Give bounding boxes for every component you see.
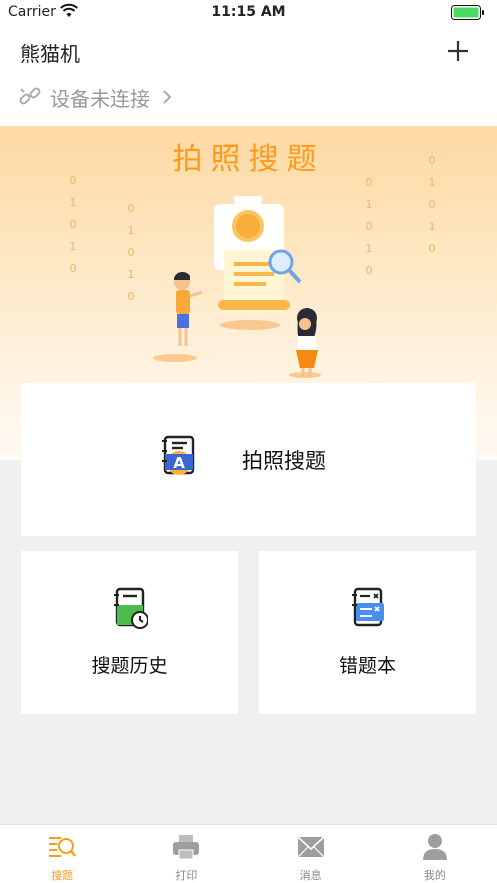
photo-search-label: 拍照搜题 <box>242 449 326 473</box>
svg-text:A: A <box>173 454 185 472</box>
history-book-icon <box>113 587 148 629</box>
battery-icon <box>451 5 484 20</box>
binary-column: 01010 <box>69 174 77 275</box>
error-notebook-label: 错题本 <box>338 655 396 677</box>
binary-column: 01010 <box>365 176 373 277</box>
mail-icon <box>297 836 325 858</box>
status-time: 11:15 AM <box>211 4 286 20</box>
binary-column: 01010 <box>127 202 135 303</box>
search-history-card[interactable]: 搜题历史 <box>21 551 238 714</box>
tab-label-mine: 我的 <box>423 869 446 882</box>
unlink-icon <box>19 87 41 105</box>
tab-messages[interactable]: 消息 <box>249 825 373 883</box>
tab-search[interactable]: 搜题 <box>0 825 124 883</box>
device-connection-row[interactable]: 设备未连接 <box>18 82 174 112</box>
binary-column: 01010 <box>428 154 436 255</box>
hero-illustration <box>153 196 321 378</box>
printer-icon <box>173 835 200 860</box>
tab-label-print: 打印 <box>175 869 198 882</box>
error-notebook-icon <box>351 587 384 627</box>
book-a-icon: A <box>162 435 195 475</box>
plus-icon[interactable] <box>445 38 471 64</box>
page-title: 熊猫机 <box>20 42 80 66</box>
tab-bar: 搜题 打印 消息 我的 <box>0 824 497 883</box>
tab-label-messages: 消息 <box>299 869 322 882</box>
tab-label-search: 搜题 <box>51 869 74 882</box>
photo-search-card[interactable]: A 拍照搜题 <box>21 383 476 536</box>
chevron-right-icon <box>163 90 172 104</box>
device-status-label: 设备未连接 <box>50 86 150 111</box>
tab-print[interactable]: 打印 <box>124 825 248 883</box>
user-icon <box>422 834 447 860</box>
tab-mine[interactable]: 我的 <box>373 825 497 883</box>
status-bar: Carrier 11:15 AM <box>0 0 497 26</box>
search-doc-icon <box>49 837 77 857</box>
search-history-label: 搜题历史 <box>91 655 168 677</box>
app-header: 熊猫机 设备未连接 <box>0 26 497 126</box>
error-notebook-card[interactable]: 错题本 <box>259 551 476 714</box>
